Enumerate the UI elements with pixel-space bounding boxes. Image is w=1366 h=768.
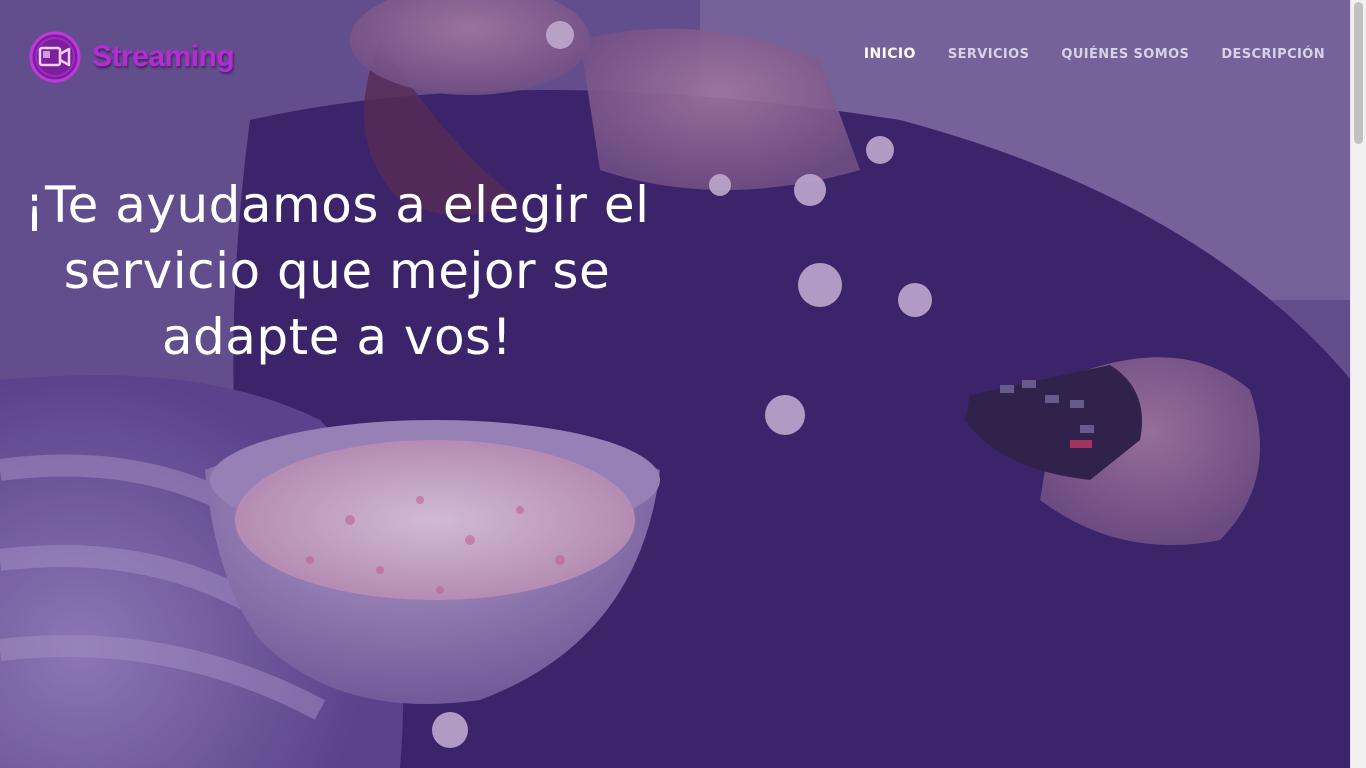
landing-page: Streaming INICIO SERVICIOS QUIÉNES SOMOS… [0, 0, 1366, 768]
nav-item-inicio[interactable]: INICIO [864, 46, 916, 62]
hero-headline: ¡Te ayudamos a elegir el servicio que me… [24, 176, 650, 366]
brand-name: Streaming [92, 40, 235, 73]
nav-item-descripcion[interactable]: DESCRIPCIÓN [1221, 47, 1325, 62]
hero-overlay [0, 0, 1351, 768]
brand-logo-link[interactable]: Streaming [28, 30, 235, 84]
video-camera-icon [29, 31, 81, 83]
nav-item-servicios[interactable]: SERVICIOS [948, 47, 1030, 62]
nav-item-quienes-somos[interactable]: QUIÉNES SOMOS [1061, 47, 1189, 62]
page-scrollbar[interactable] [1350, 0, 1366, 768]
scrollbar-thumb[interactable] [1354, 2, 1363, 144]
main-navigation: INICIO SERVICIOS QUIÉNES SOMOS DESCRIPCI… [864, 46, 1325, 62]
